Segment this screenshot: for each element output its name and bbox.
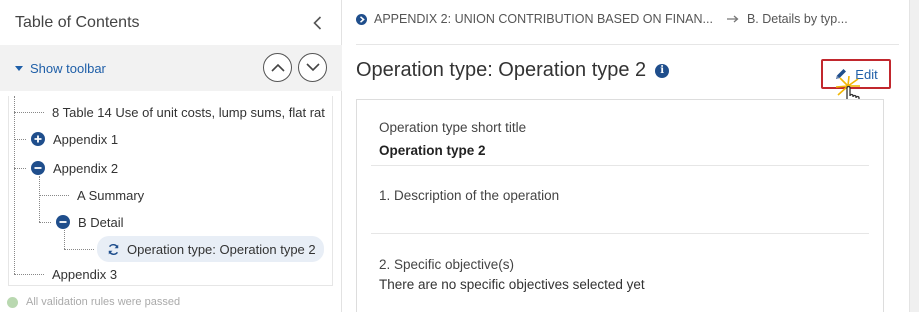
move-up-button[interactable] bbox=[263, 53, 292, 82]
page-scrollbar[interactable] bbox=[909, 0, 919, 312]
page-title-text: Operation type: Operation type 2 bbox=[356, 59, 647, 81]
tree-item-appendix-2[interactable]: Appendix 2 bbox=[31, 155, 118, 181]
collapse-toc-button[interactable] bbox=[309, 15, 325, 31]
main-panel: APPENDIX 2: UNION CONTRIBUTION BASED ON … bbox=[343, 0, 909, 312]
tree-connector bbox=[14, 274, 44, 275]
tree-item-label: B Detail bbox=[78, 214, 124, 230]
objectives-label: 2. Specific objective(s) bbox=[379, 257, 515, 272]
validation-status: All validation rules were passed bbox=[7, 296, 180, 308]
tree-item-a-summary[interactable]: A Summary bbox=[77, 182, 144, 208]
toc-tree: 8 Table 14 Use of unit costs, lump sums,… bbox=[8, 96, 333, 286]
field-divider bbox=[371, 233, 869, 234]
short-title-field: Operation type short title Operation typ… bbox=[379, 120, 869, 158]
chevron-up-icon bbox=[270, 63, 285, 72]
expand-plus-icon[interactable] bbox=[31, 132, 45, 146]
tree-item-label: Appendix 3 bbox=[52, 266, 118, 282]
tree-item-appendix-3[interactable]: Appendix 3 bbox=[52, 261, 118, 285]
toc-panel: Table of Contents Show toolbar 8 Table 1… bbox=[0, 0, 342, 312]
tree-connector bbox=[14, 96, 15, 274]
chevron-left-icon bbox=[312, 15, 321, 30]
tree-item-label: A Summary bbox=[77, 187, 145, 203]
breadcrumb-item-b-details[interactable]: B. Details by typ... bbox=[747, 12, 848, 26]
tree-item-label: 8 Table 14 Use of unit costs, lump sums,… bbox=[52, 104, 325, 120]
tree-item-label: Operation type: Operation type 2 bbox=[127, 241, 316, 257]
breadcrumb-item-appendix-2[interactable]: APPENDIX 2: UNION CONTRIBUTION BASED ON … bbox=[374, 12, 713, 26]
validation-text: All validation rules were passed bbox=[26, 296, 181, 308]
info-icon[interactable]: i bbox=[655, 63, 670, 78]
tree-connector bbox=[64, 249, 94, 250]
short-title-value: Operation type 2 bbox=[379, 143, 486, 158]
move-down-button[interactable] bbox=[298, 53, 327, 82]
check-circle-icon bbox=[7, 296, 18, 308]
operation-form: Operation type short title Operation typ… bbox=[356, 99, 884, 312]
page-title: Operation type: Operation type 2 i bbox=[356, 59, 670, 82]
tree-item-appendix-1[interactable]: Appendix 1 bbox=[31, 126, 118, 152]
tree-connector bbox=[39, 195, 69, 196]
objectives-value: There are no specific objectives selecte… bbox=[379, 277, 645, 292]
tree-connector bbox=[39, 222, 51, 223]
arrow-right-icon bbox=[726, 12, 739, 26]
caret-down-icon bbox=[15, 65, 23, 71]
tree-item-b-detail[interactable]: B Detail bbox=[56, 209, 124, 235]
show-toolbar-toggle[interactable]: Show toolbar bbox=[15, 61, 106, 76]
toolbar-row: Show toolbar bbox=[0, 45, 342, 91]
objectives-field: 2. Specific objective(s) There are no sp… bbox=[379, 257, 869, 292]
field-divider bbox=[371, 165, 869, 166]
collapse-minus-icon[interactable] bbox=[31, 161, 45, 175]
chevron-right-icon bbox=[356, 13, 367, 25]
description-label: 1. Description of the operation bbox=[379, 188, 560, 203]
tree-item-label: Appendix 1 bbox=[53, 131, 119, 147]
description-field: 1. Description of the operation bbox=[379, 188, 869, 203]
tree-connector bbox=[14, 168, 26, 169]
tree-item-table-14[interactable]: 8 Table 14 Use of unit costs, lump sums,… bbox=[52, 99, 325, 125]
tree-item-operation-type-2[interactable]: Operation type: Operation type 2 bbox=[97, 236, 324, 262]
breadcrumb: APPENDIX 2: UNION CONTRIBUTION BASED ON … bbox=[356, 12, 899, 26]
sync-icon bbox=[107, 243, 120, 256]
tree-connector bbox=[14, 112, 44, 113]
toc-title: Table of Contents bbox=[15, 13, 140, 31]
short-title-label: Operation type short title bbox=[379, 120, 527, 135]
tree-connector bbox=[39, 176, 40, 222]
chevron-down-icon bbox=[305, 63, 320, 72]
tree-connector bbox=[14, 139, 26, 140]
toc-header: Table of Contents bbox=[0, 0, 341, 45]
show-toolbar-label: Show toolbar bbox=[30, 60, 106, 76]
breadcrumb-divider bbox=[356, 44, 899, 45]
tree-item-label: Appendix 2 bbox=[53, 160, 119, 176]
collapse-minus-icon[interactable] bbox=[56, 215, 70, 229]
